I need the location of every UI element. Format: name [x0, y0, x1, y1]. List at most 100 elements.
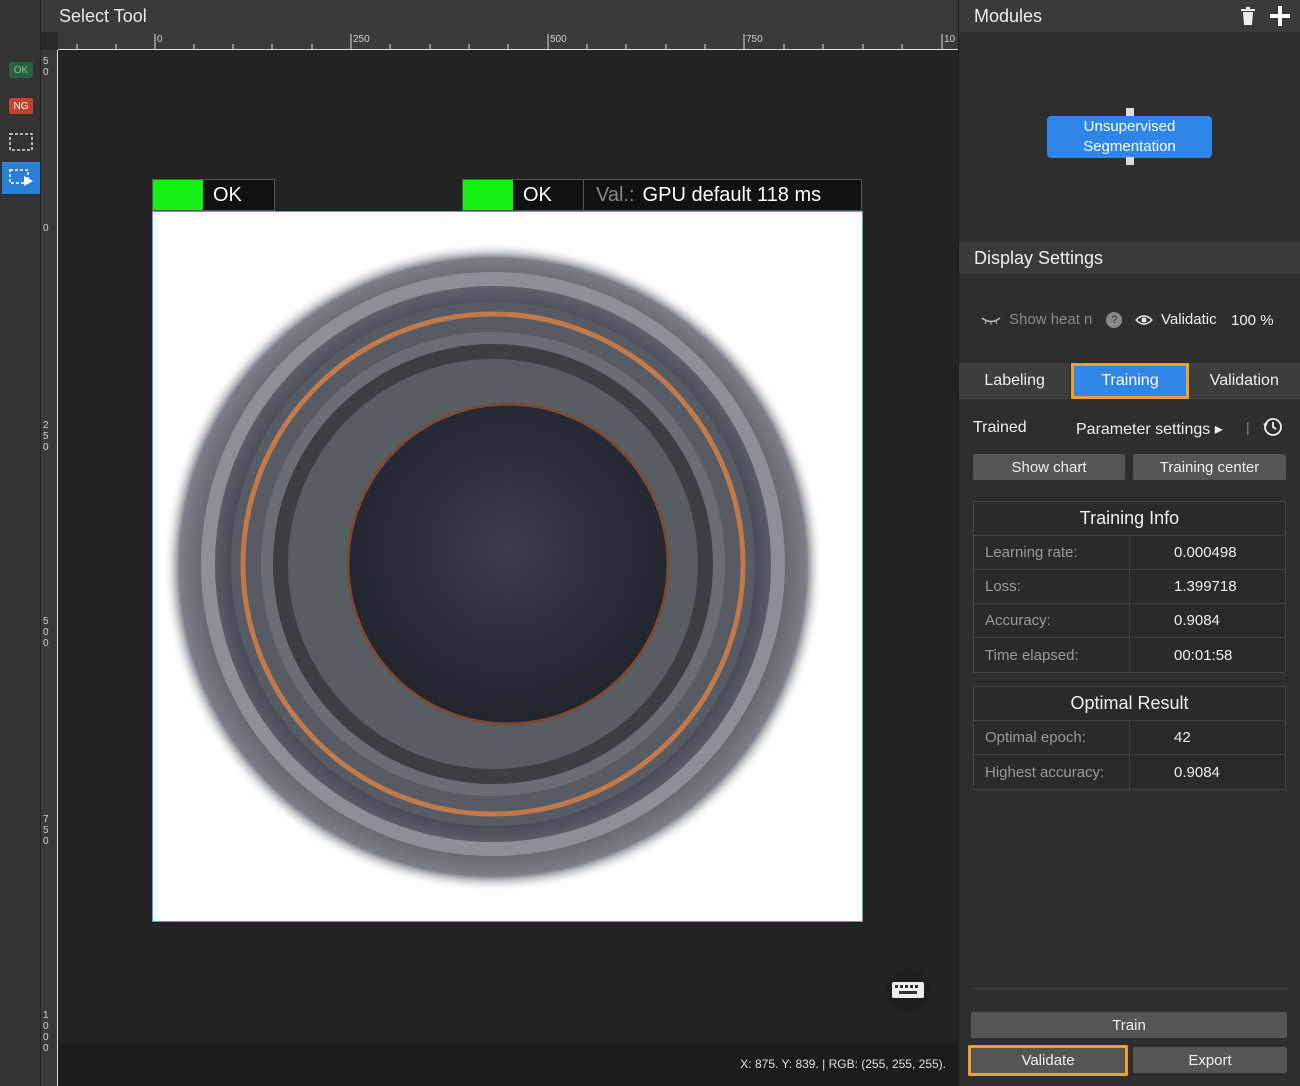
- ng-label-tool[interactable]: NG: [2, 90, 40, 122]
- table-row: Loss: 1.399718: [974, 570, 1285, 604]
- training-center-button[interactable]: Training center: [1133, 454, 1286, 480]
- help-icon[interactable]: ?: [1106, 311, 1123, 328]
- ruler-v-label: 1000: [43, 1010, 49, 1054]
- modules-header: Modules: [959, 0, 1300, 32]
- divider: [971, 988, 1289, 989]
- validation-display-toggle[interactable]: Validatic: [1135, 311, 1217, 328]
- left-toolbar: OK NG: [0, 0, 41, 1086]
- history-icon[interactable]: [1262, 416, 1284, 438]
- info-value: 1.399718: [1174, 578, 1237, 595]
- info-key: Optimal epoch:: [974, 721, 1130, 754]
- info-value: 42: [1174, 729, 1191, 746]
- ruler-v-label: 250: [43, 420, 49, 453]
- validate-button[interactable]: Validate: [968, 1045, 1128, 1076]
- module-node-label: Unsupervised: [1083, 118, 1176, 135]
- tab-training[interactable]: Training: [1071, 363, 1189, 399]
- keyboard-icon: [892, 982, 924, 998]
- ruler-h-label: 10: [944, 34, 956, 45]
- bottle-top-image: [163, 242, 823, 892]
- train-button[interactable]: Train: [971, 1012, 1287, 1038]
- info-key: Learning rate:: [974, 536, 1130, 569]
- keyboard-shortcuts-button[interactable]: [886, 968, 930, 1012]
- delete-module-button[interactable]: [1237, 5, 1259, 27]
- modules-title: Modules: [974, 6, 1043, 26]
- parameter-settings-link[interactable]: Parameter settings ▸: [1076, 419, 1223, 439]
- eye-icon: [1135, 314, 1153, 325]
- module-node-label: Segmentation: [1083, 138, 1176, 155]
- ruler-h-label: 750: [746, 34, 763, 45]
- display-settings-row: Show heat n ? Validatic 100 %: [959, 295, 1300, 345]
- canvas-header: Select Tool: [41, 0, 958, 32]
- result-status: OK: [213, 183, 242, 206]
- optimal-result-title: Optimal Result: [974, 687, 1285, 721]
- ruler-h-label: 500: [550, 34, 567, 45]
- tab-validation[interactable]: Validation: [1188, 363, 1300, 399]
- training-info-title: Training Info: [974, 502, 1285, 536]
- dashed-rect-icon: [9, 133, 33, 151]
- select-tool-icon: [9, 169, 33, 186]
- heatmap-toggle[interactable]: Show heat n ?: [981, 311, 1123, 328]
- validation-label: Validatic: [1161, 311, 1217, 328]
- training-status: Trained: [973, 419, 1027, 436]
- info-key: Accuracy:: [974, 604, 1130, 637]
- ruler-v-label: 50: [43, 56, 49, 78]
- trash-icon: [1241, 7, 1255, 25]
- table-row: Accuracy: 0.9084: [974, 604, 1285, 638]
- validation-info: Val.: GPU default 118 ms: [583, 180, 833, 210]
- separator: |: [1246, 419, 1250, 435]
- vertical-ruler: 50 0 250 500 750 1000: [41, 50, 58, 1086]
- val-label: Val.:: [596, 183, 635, 206]
- ok-indicator: [463, 180, 513, 210]
- heatmap-label: Show heat n: [1009, 311, 1093, 328]
- ruler-h-label: 0: [157, 34, 163, 45]
- module-node-unsupervised-segmentation[interactable]: Unsupervised Segmentation: [1047, 116, 1212, 158]
- info-value: 0.000498: [1174, 544, 1237, 561]
- ok-tag: OK: [9, 62, 33, 78]
- training-status-row: Trained Parameter settings ▸ |: [959, 410, 1300, 444]
- info-key: Highest accuracy:: [974, 755, 1130, 789]
- ruler-v-label: 500: [43, 616, 49, 649]
- module-connector-bottom: [1126, 157, 1134, 165]
- plus-icon: [1270, 6, 1290, 26]
- status-bar: X: 875. Y: 839. | RGB: (255, 255, 255).: [58, 1043, 958, 1086]
- ng-tag: NG: [9, 98, 33, 114]
- table-row: Highest accuracy: 0.9084: [974, 755, 1285, 789]
- info-value: 0.9084: [1174, 763, 1220, 781]
- tool-title: Select Tool: [59, 6, 147, 26]
- opacity-value[interactable]: 100 %: [1231, 312, 1274, 329]
- cursor-readout: X: 875. Y: 839. | RGB: (255, 255, 255).: [740, 1057, 946, 1071]
- sample-image[interactable]: [152, 211, 863, 922]
- select-region-tool[interactable]: [2, 126, 40, 158]
- display-settings-header: Display Settings: [959, 242, 1300, 274]
- ruler-v-label: 750: [43, 814, 49, 847]
- right-panel: Modules Unsupervised Segmentation Displa…: [958, 0, 1300, 1086]
- ruler-h-label: 250: [353, 34, 370, 45]
- add-module-button[interactable]: [1269, 5, 1291, 27]
- table-row: Time elapsed: 00:01:58: [974, 638, 1285, 672]
- result-overlay-right: OK Val.: GPU default 118 ms: [462, 179, 862, 211]
- ruler-h-ticks: [76, 34, 943, 50]
- optimal-result-table: Optimal Result Optimal epoch: 42 Highest…: [973, 686, 1286, 790]
- module-connector-top: [1126, 108, 1134, 116]
- eye-closed-icon: [981, 316, 1001, 325]
- ok-indicator: [153, 180, 203, 210]
- export-button[interactable]: Export: [1133, 1047, 1287, 1073]
- table-row: Optimal epoch: 42: [974, 721, 1285, 755]
- show-chart-button[interactable]: Show chart: [973, 454, 1125, 480]
- info-key: Time elapsed:: [974, 638, 1130, 672]
- result-status: OK: [523, 183, 552, 206]
- info-value: 00:01:58: [1174, 646, 1233, 664]
- table-row: Learning rate: 0.000498: [974, 536, 1285, 570]
- phase-tabs: Labeling Training Validation: [959, 363, 1300, 399]
- training-info-table: Training Info Learning rate: 0.000498 Lo…: [973, 501, 1286, 673]
- info-key: Loss:: [974, 570, 1130, 603]
- ruler-v-label: 0: [43, 223, 49, 234]
- display-settings-title: Display Settings: [974, 248, 1104, 268]
- val-value: GPU default 118 ms: [642, 183, 822, 206]
- horizontal-ruler: 0 250 500 750 10: [58, 32, 958, 50]
- info-value: 0.9084: [1174, 612, 1220, 629]
- ok-label-tool[interactable]: OK: [2, 54, 40, 86]
- tab-labeling[interactable]: Labeling: [959, 363, 1072, 399]
- result-overlay-left: OK: [152, 179, 275, 211]
- select-tool[interactable]: [2, 162, 40, 194]
